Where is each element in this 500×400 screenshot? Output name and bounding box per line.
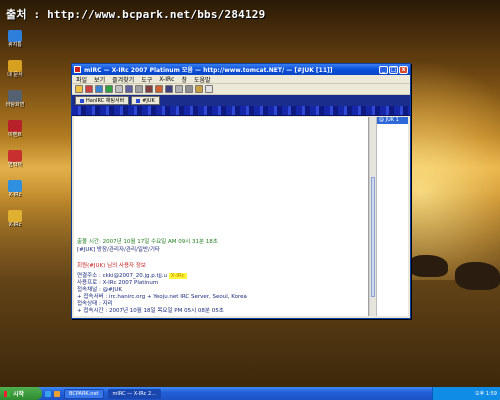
folder-icon [8,60,22,72]
maximize-button[interactable]: □ [389,65,398,74]
menu-bar: 파일 보기 즐겨찾기 도구 X-IRc 창 도움말 [72,75,410,84]
menu-tools[interactable]: 도구 [141,75,152,84]
rock [408,255,448,277]
event-icon [8,120,22,132]
folder-icon [8,210,22,222]
scrollbar-thumb[interactable] [371,177,375,297]
media-icon[interactable] [54,390,60,397]
chat-line: 접속상태 : 자리 [77,301,113,307]
chat-line: 연결주소 : ckki@2007_20.jg.p.tjj.u X-IRc [77,273,187,279]
window-titlebar[interactable]: mIRC — X-IRc 2007 Platinum 모음 — http://w… [72,64,410,75]
window-title: mIRC — X-IRc 2007 Platinum 모음 — http://w… [84,67,333,74]
menu-help[interactable]: 도움말 [194,75,211,84]
ie-icon[interactable] [45,390,51,397]
toolbar [72,84,410,95]
system-tray: 오후 1:59 [432,387,500,400]
rock [455,262,500,290]
menu-favorites[interactable]: 즐겨찾기 [112,75,134,84]
chat-line: 사용프로 : X-IRc 2007 Platinum [77,280,159,286]
taskbar: 시작 BCPARK.net mIRC — X-IRc 2... 오후 1:59 [0,387,500,400]
chat-line: [#JUK] 방장/관리자/관리/일반/기타 [77,247,160,253]
nicklist-header: @ JUK 1 [377,117,408,124]
app-icon [74,66,81,73]
chat-scrollbar[interactable] [369,117,376,316]
desktop-icon-xirc[interactable]: X-IRc [2,180,28,199]
notify-icon[interactable] [165,85,173,93]
taskbar-item-irc[interactable]: mIRC — X-IRc 2... [107,388,161,399]
irc-window: mIRC — X-IRc 2007 Platinum 모음 — http://w… [71,63,411,319]
shortcut-icon [8,90,22,102]
menu-xirc[interactable]: X-IRc [159,76,174,83]
desktop-icon-xirc-folder[interactable]: X-IRc [2,210,28,229]
contacts-icon [8,150,22,162]
app-icon [8,180,22,192]
chat-line: 출몰 시간: 2007년 10월 17일 수요일 AM 09시 31분 18초 [77,239,218,245]
desktop-icon-contacts[interactable]: 연락처 [2,150,28,169]
desktop-icon-event[interactable]: 이벤트 [2,120,28,139]
switchbar: HanIRC 채팅서버 #JUK [72,95,410,106]
menu-file[interactable]: 파일 [76,75,87,84]
menu-window[interactable]: 창 [181,75,187,84]
channel-banner [72,106,410,116]
windows-logo-icon [4,390,10,397]
connect-icon[interactable] [75,85,83,93]
desktop-icon-desktop[interactable]: 바탕화면 [2,90,28,109]
watermark-url: 출처 : http://www.bcpark.net/bbs/284129 [6,8,266,21]
arrange-icon[interactable] [195,85,203,93]
tab-channel[interactable]: #JUK [131,96,160,105]
minimize-button[interactable]: _ [379,65,388,74]
channel-list-icon[interactable] [115,85,123,93]
channel-icon [136,98,141,103]
highlight-tag: X-IRc [168,273,187,279]
nicklist[interactable]: @ JUK 1 [376,117,408,316]
clock[interactable]: 오후 1:59 [475,390,497,397]
address-book-icon[interactable] [95,85,103,93]
chat-line: 접속채널 : @#JUK [77,287,122,293]
server-icon [80,98,84,103]
dcc-icon[interactable] [125,85,133,93]
menu-view[interactable]: 보기 [94,75,105,84]
desktop-icon-recycle[interactable]: 휴지통 [2,30,28,49]
cascade-icon[interactable] [185,85,193,93]
start-button[interactable]: 시작 [0,387,42,400]
chat-line: + 접속시간 : 2007년 10월 18일 목요일 PM 05시 08분 05… [77,308,224,314]
chat-area[interactable]: 출몰 시간: 2007년 10월 17일 수요일 AM 09시 31분 18초 … [74,117,369,316]
globe-icon[interactable] [105,85,113,93]
help-icon[interactable] [205,85,213,93]
taskbar-item-browser[interactable]: BCPARK.net [64,388,104,399]
query-icon[interactable] [135,85,143,93]
desktop-icon-documents[interactable]: 내 문서 [2,60,28,79]
chat-line: 회원(#JUK) 님의 사용자 정보 [77,263,146,269]
tile-icon[interactable] [175,85,183,93]
recycle-bin-icon [8,30,22,42]
close-button[interactable]: x [399,65,408,74]
channel-pane: 출몰 시간: 2007년 10월 17일 수요일 AM 09시 31분 18초 … [74,117,408,316]
options-icon[interactable] [85,85,93,93]
colors-icon[interactable] [155,85,163,93]
tab-server[interactable]: HanIRC 채팅서버 [75,96,130,105]
chat-line: + 접속서버 : irc.hanirc.org + Yeoju.net IRC … [77,294,247,300]
log-icon[interactable] [145,85,153,93]
